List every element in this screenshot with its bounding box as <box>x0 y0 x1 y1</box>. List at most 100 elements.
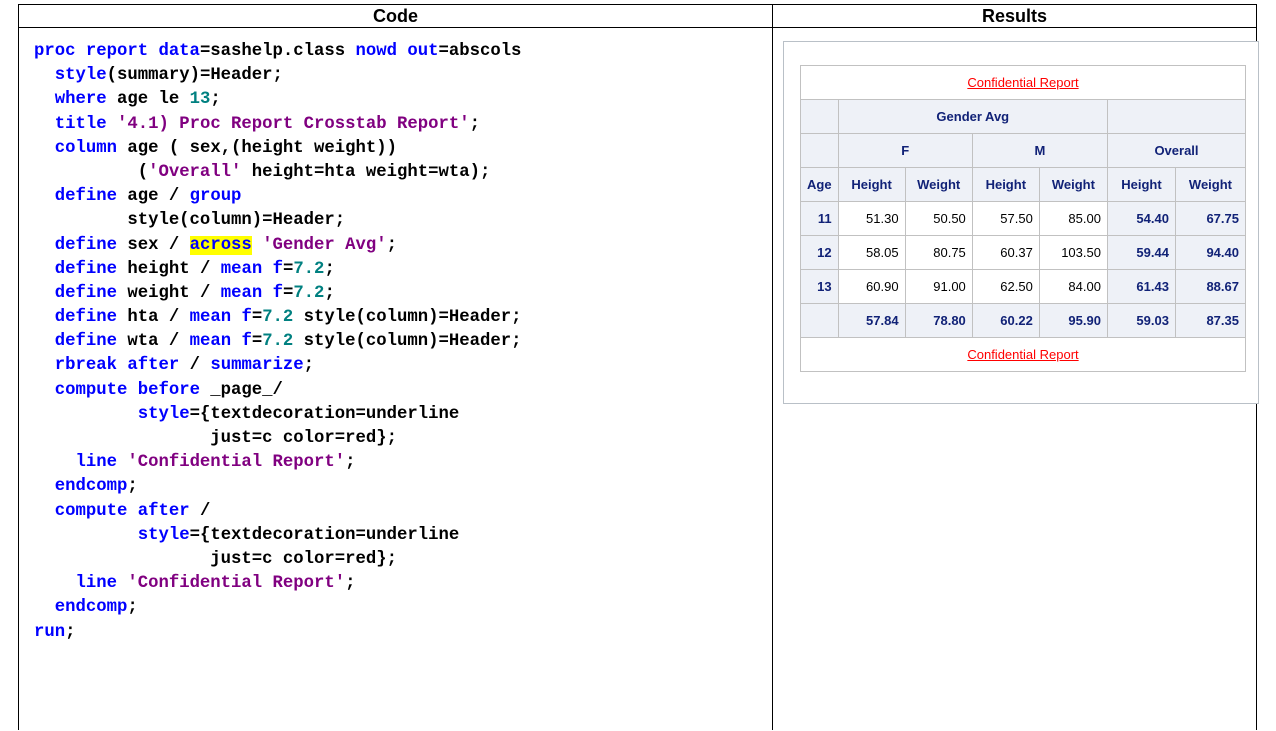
code-line: define weight / mean f=7.2; <box>34 282 521 306</box>
code-token: ( <box>34 162 149 182</box>
code-token: age le <box>106 90 190 110</box>
value-cell: 51.30 <box>837 201 906 236</box>
value-cell: 103.50 <box>1038 235 1108 270</box>
code-token: height=hta weight=wta); <box>241 162 491 182</box>
age-cell: 12 <box>800 235 839 270</box>
code-token: age / <box>116 187 190 207</box>
code-token: style(column)=Header; <box>293 332 522 352</box>
code-token: style <box>137 525 190 545</box>
code-token: = <box>251 308 263 328</box>
code-token: define <box>54 283 117 303</box>
code-line: define wta / mean f=7.2 style(column)=He… <box>34 330 522 354</box>
summary-cell: 59.03 <box>1106 303 1176 338</box>
code-token: =sashelp.class <box>199 42 356 61</box>
height-column-header: Height <box>837 167 906 202</box>
overall-value-cell: 88.67 <box>1174 269 1247 304</box>
code-token: line <box>75 453 117 473</box>
code-line: define age / group <box>34 185 521 209</box>
code-token: 7.2 <box>262 332 294 352</box>
code-token: style(column)=Header; <box>34 211 346 231</box>
code-line: define height / mean f=7.2; <box>34 258 521 282</box>
code-token: ; <box>345 574 356 594</box>
code-token: ; <box>210 90 221 110</box>
code-token: mean <box>189 332 232 352</box>
value-cell: 80.75 <box>904 235 973 270</box>
height-column-header: Height <box>971 167 1040 202</box>
weight-column-header: Weight <box>904 167 973 202</box>
code-line: just=c color=red}; <box>34 427 521 451</box>
code-token: _page_/ <box>199 380 283 400</box>
code-token: define <box>54 332 117 352</box>
summary-cell: 95.90 <box>1038 303 1108 338</box>
across-header: Gender Avg <box>837 99 1108 134</box>
code-token: f <box>272 259 283 279</box>
code-token: compute after <box>54 501 190 521</box>
banner-top: Confidential Report <box>800 65 1246 100</box>
code-token: style(column)=Header; <box>293 308 522 328</box>
code-token: ; <box>324 259 335 279</box>
code-token: ; <box>469 114 480 134</box>
code-token: 'Confidential Report' <box>127 453 346 473</box>
code-line: run; <box>34 621 521 645</box>
code-line: style(column)=Header; <box>34 209 521 233</box>
code-token: 'Overall' <box>148 162 242 182</box>
code-token: define <box>54 308 117 328</box>
summary-cell: 78.80 <box>904 303 973 338</box>
results-column-header: Results <box>981 6 1048 26</box>
corner-cell <box>800 99 839 134</box>
height-column-header: Height <box>1106 167 1176 202</box>
value-cell: 62.50 <box>971 269 1040 304</box>
code-token: where <box>54 90 107 110</box>
table-row: 11 51.30 50.50 57.50 85.00 54.40 67.75 <box>800 201 1247 236</box>
code-line: rbreak after / summarize; <box>34 354 521 378</box>
value-cell: 57.50 <box>971 201 1040 236</box>
group-header-overall: Overall <box>1106 133 1247 168</box>
code-token: group <box>189 187 242 207</box>
code-token: = <box>282 259 294 279</box>
code-token: ; <box>127 598 138 618</box>
code-token: endcomp <box>54 477 128 497</box>
value-cell: 85.00 <box>1038 201 1108 236</box>
highlighted-token: across <box>189 235 252 255</box>
code-token: (summary)=Header; <box>106 66 283 86</box>
code-token: mean <box>220 259 263 279</box>
column-divider <box>772 5 773 730</box>
code-token: 'Gender Avg' <box>262 235 387 255</box>
code-token: height / <box>116 259 221 279</box>
code-token: proc report data <box>34 42 200 61</box>
value-cell: 84.00 <box>1038 269 1108 304</box>
code-token: run <box>34 622 66 642</box>
code-token: ; <box>65 622 76 642</box>
code-token: define <box>54 187 117 207</box>
code-token: column <box>54 138 117 158</box>
header-row: Code Results <box>19 5 1256 28</box>
code-token: 'Confidential Report' <box>127 574 346 594</box>
code-token: = <box>251 332 263 352</box>
code-line: endcomp; <box>34 596 521 620</box>
code-token: 13 <box>189 90 211 110</box>
code-token: define <box>54 259 117 279</box>
value-cell: 58.05 <box>837 235 906 270</box>
code-token: / <box>179 356 211 376</box>
code-token: ; <box>303 356 315 376</box>
code-line: style={textdecoration=underline <box>34 403 521 427</box>
code-token: ={textdecoration=underline <box>189 404 460 424</box>
summary-label-cell <box>800 303 839 338</box>
code-line: where age le 13; <box>34 88 521 112</box>
code-line: proc report data=sashelp.class nowd out=… <box>34 40 521 64</box>
